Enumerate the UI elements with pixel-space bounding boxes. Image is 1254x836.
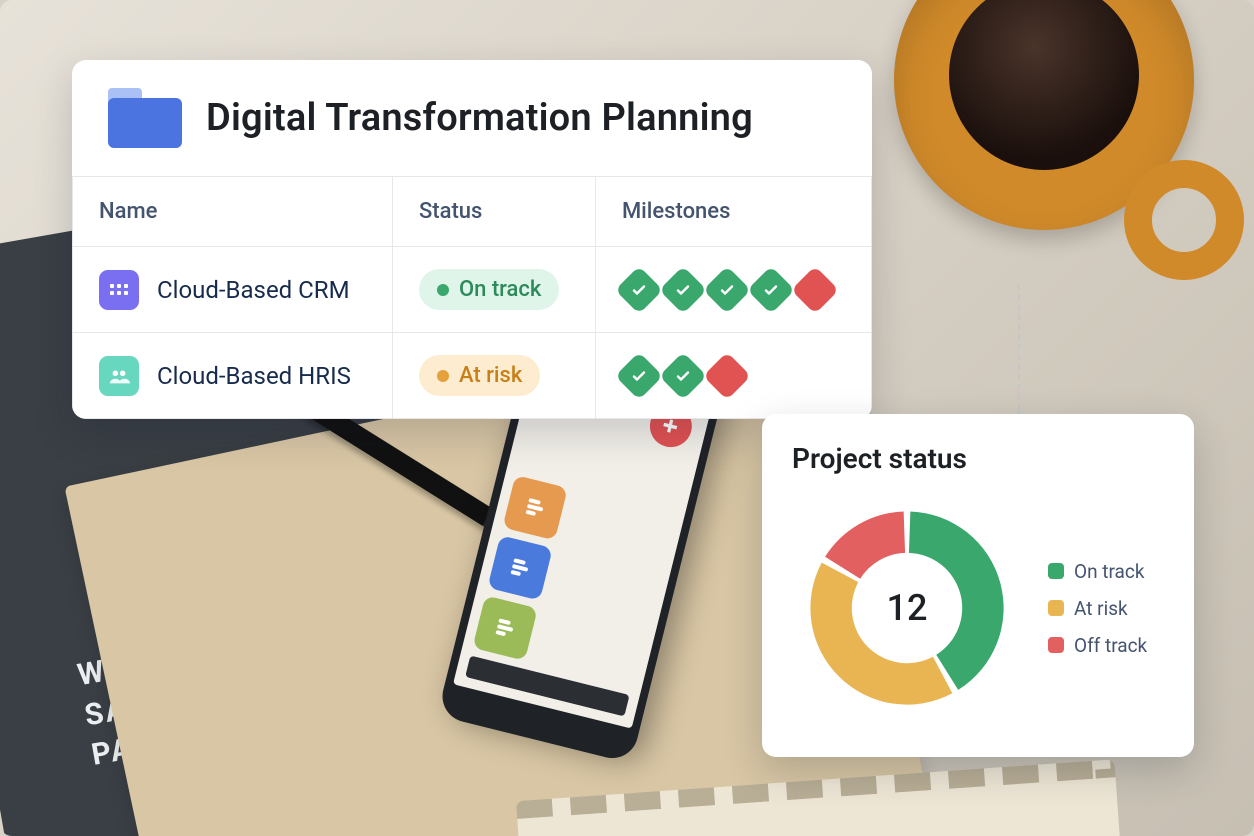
legend-label: On track [1074,560,1144,583]
board-icon [99,270,139,310]
status-chip[interactable]: At risk [419,355,540,396]
card-title: Digital Transformation Planning [206,96,753,140]
status-label: At risk [459,363,522,388]
milestones-row [622,359,845,393]
status-dot-icon [437,284,449,296]
cell-milestones[interactable] [595,333,871,419]
folder-icon [108,88,182,148]
project-name: Cloud-Based HRIS [157,362,351,390]
status-chip[interactable]: On track [419,269,559,310]
col-name[interactable]: Name [73,177,393,247]
milestone-off-icon[interactable] [703,351,751,399]
card-header: Digital Transformation Planning [72,60,872,176]
projects-table: Name Status Milestones Cloud-Based CRM On… [72,176,872,419]
table-row[interactable]: Cloud-Based CRM On track [73,247,872,333]
phone-tile-green [472,595,537,660]
legend-swatch-icon [1048,637,1064,653]
milestone-done-icon[interactable] [659,265,707,313]
milestone-off-icon[interactable] [791,265,839,313]
legend-swatch-icon [1048,600,1064,616]
connector-line [870,280,1020,420]
table-row[interactable]: Cloud-Based HRIS At risk [73,333,872,419]
milestone-done-icon[interactable] [703,265,751,313]
legend-item[interactable]: Off track [1048,634,1147,657]
milestone-done-icon[interactable] [659,351,707,399]
project-status-title: Project status [792,442,1164,475]
milestone-done-icon[interactable] [615,351,663,399]
status-label: On track [459,277,541,302]
status-dot-icon [437,370,449,382]
legend-item[interactable]: On track [1048,560,1147,583]
col-status[interactable]: Status [392,177,595,247]
cell-status[interactable]: At risk [392,333,595,419]
project-name: Cloud-Based CRM [157,276,350,304]
milestone-done-icon[interactable] [747,265,795,313]
planning-card: Digital Transformation Planning Name Sta… [72,60,872,419]
legend-label: At risk [1074,597,1128,620]
cell-status[interactable]: On track [392,247,595,333]
legend-item[interactable]: At risk [1048,597,1147,620]
milestones-row [622,273,845,307]
cell-name[interactable]: Cloud-Based CRM [73,247,393,333]
phone-sidebar [465,655,629,716]
people-icon [99,356,139,396]
phone-tile-orange [502,475,567,540]
milestone-done-icon[interactable] [615,265,663,313]
legend-label: Off track [1074,634,1147,657]
phone-tile-blue [487,535,552,600]
cell-name[interactable]: Cloud-Based HRIS [73,333,393,419]
legend-swatch-icon [1048,563,1064,579]
coffee-mug-handle [1124,160,1244,280]
col-milestones[interactable]: Milestones [595,177,871,247]
project-status-card: Project status 12 On track At risk Off tra… [762,414,1194,757]
table-header-row: Name Status Milestones [73,177,872,247]
donut-chart: 12 [792,493,1022,723]
legend: On track At risk Off track [1048,560,1147,657]
cell-milestones[interactable] [595,247,871,333]
donut-center-value: 12 [792,493,1022,723]
